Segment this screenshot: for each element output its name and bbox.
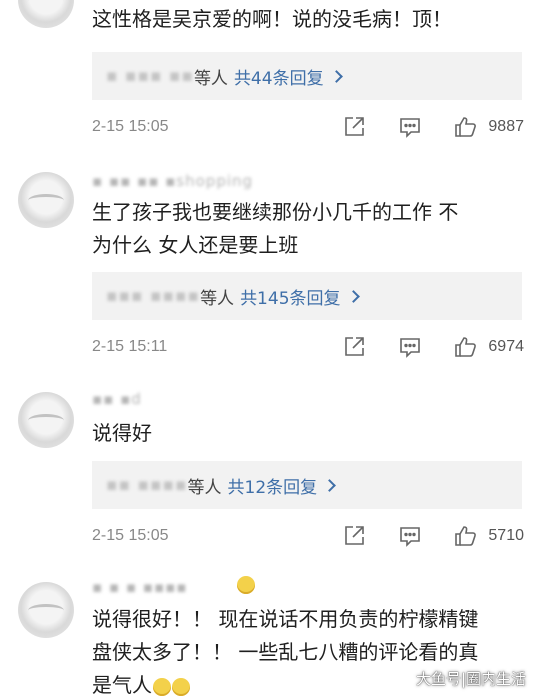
emoji-icon — [153, 677, 171, 696]
comment-text-line: 盘侠太多了！！ 一些乱七八糟的评论看的真 — [92, 640, 479, 664]
comment-text: 生了孩子我也要继续那份小几千的工作 不 为什么 女人还是要上班 — [92, 196, 517, 262]
comment-icon[interactable] — [398, 524, 422, 548]
comment-text-line: 这性格是吴京爱的啊！说的没毛病！顶！ — [92, 7, 452, 31]
comment-meta: 2-15 15:05 9887 — [92, 111, 524, 143]
share-icon[interactable] — [342, 115, 366, 139]
timestamp: 2-15 15:11 — [92, 338, 168, 355]
thumbs-up-icon[interactable] — [454, 524, 478, 548]
watermark: 大鱼号|圈内生活 — [415, 670, 526, 688]
chevron-right-icon — [323, 478, 337, 492]
comment-meta: 2-15 15:11 6974 — [92, 331, 524, 363]
reply-count-link[interactable]: 共12条回复 — [227, 473, 337, 498]
comment-actions: 5710 — [342, 520, 524, 552]
username[interactable]: ▪ ▪▪ ▪▪ ▪shopping — [92, 172, 253, 190]
comment-icon[interactable] — [398, 335, 422, 359]
reply-summary[interactable]: ▪▪ ▪▪▪▪ 等人 共12条回复 — [92, 461, 522, 509]
username[interactable]: ▪ ▪ ▪ ▪▪▪▪ — [92, 578, 187, 596]
avatar[interactable] — [18, 392, 74, 448]
comment-actions: 9887 — [342, 111, 524, 143]
reply-names: ▪▪▪ ▪▪▪▪ — [106, 286, 201, 306]
comment-text: 这性格是吴京爱的啊！说的没毛病！顶！ — [92, 3, 517, 36]
chevron-right-icon — [329, 69, 343, 83]
emoji-icon — [172, 677, 190, 696]
reply-summary[interactable]: ▪ ▪▪▪ ▪▪ 等人 共44条回复 — [92, 52, 522, 100]
comment-text-line-content: 是气人 — [92, 673, 152, 697]
reply-names: ▪ ▪▪▪ ▪▪ — [106, 66, 194, 86]
comment-text: 说得好 — [92, 417, 517, 450]
share-icon[interactable] — [342, 335, 366, 359]
comment-text-line: 为什么 女人还是要上班 — [92, 233, 299, 257]
like-count: 6974 — [488, 338, 524, 355]
comment-icon[interactable] — [398, 115, 422, 139]
reply-count-link[interactable]: 共145条回复 — [240, 284, 360, 309]
reply-suffix: 等人 — [187, 477, 222, 498]
share-icon[interactable] — [342, 524, 366, 548]
avatar[interactable] — [18, 0, 74, 28]
comment-text-line: 说得好 — [92, 421, 152, 445]
timestamp: 2-15 15:05 — [92, 527, 169, 544]
like-count: 5710 — [488, 527, 524, 544]
comment-text-line: 说得很好！！ 现在说话不用负责的柠檬精键 — [92, 607, 479, 631]
thumbs-up-icon[interactable] — [454, 335, 478, 359]
comment-actions: 6974 — [342, 331, 524, 363]
like-count: 9887 — [488, 118, 524, 135]
avatar[interactable] — [18, 172, 74, 228]
thumbs-up-icon[interactable] — [454, 115, 478, 139]
reply-suffix: 等人 — [193, 68, 228, 89]
reply-suffix: 等人 — [200, 288, 235, 309]
heart-eyes-emoji-icon — [237, 576, 255, 594]
reply-count-link[interactable]: 共44条回复 — [233, 64, 343, 89]
reply-summary[interactable]: ▪▪▪ ▪▪▪▪ 等人 共145条回复 — [92, 272, 522, 320]
chevron-right-icon — [346, 289, 360, 303]
username[interactable]: ▪▪ ▪d — [92, 390, 142, 408]
comment-text-line: 生了孩子我也要继续那份小几千的工作 不 — [92, 200, 459, 224]
reply-count-label: 共44条回复 — [233, 68, 324, 89]
avatar[interactable] — [18, 582, 74, 638]
reply-count-label: 共12条回复 — [227, 477, 318, 498]
reply-names: ▪▪ ▪▪▪▪ — [106, 475, 188, 495]
reply-count-label: 共145条回复 — [240, 288, 341, 309]
comment-meta: 2-15 15:05 5710 — [92, 520, 524, 552]
timestamp: 2-15 15:05 — [92, 118, 169, 135]
